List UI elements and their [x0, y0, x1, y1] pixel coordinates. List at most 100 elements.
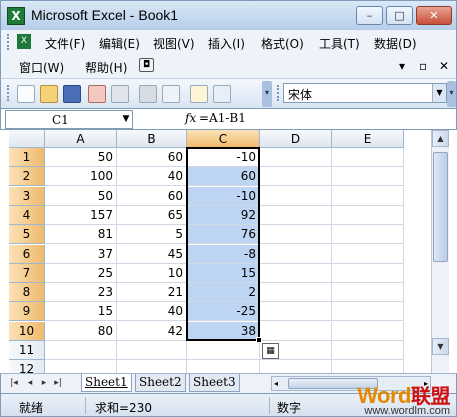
cell-d10[interactable]: [260, 321, 332, 341]
last-sheet-icon[interactable]: ▸|: [53, 377, 63, 389]
toolbar-grip[interactable]: [7, 85, 10, 101]
select-all-corner[interactable]: [9, 130, 45, 148]
sheet-tab-3[interactable]: Sheet3: [189, 374, 240, 392]
cell-b6[interactable]: 45: [117, 244, 187, 264]
toolbar-options-chevron-icon[interactable]: ▾: [262, 81, 272, 107]
row-header[interactable]: 2: [9, 167, 45, 187]
cell-e11[interactable]: [332, 341, 404, 360]
research-icon[interactable]: [213, 85, 231, 103]
name-box[interactable]: C1 ▼: [5, 110, 133, 129]
cell-a10[interactable]: 80: [45, 321, 117, 341]
cell-a3[interactable]: 50: [45, 186, 117, 206]
row-header[interactable]: 1: [9, 148, 45, 167]
cell-d8[interactable]: [260, 283, 332, 303]
toolbar-grip[interactable]: [7, 34, 10, 50]
column-header-b[interactable]: B: [117, 130, 187, 148]
sheet-tab-1[interactable]: Sheet1: [81, 374, 132, 392]
permission-icon[interactable]: [88, 85, 106, 103]
cell-b4[interactable]: 65: [117, 205, 187, 225]
cell-e8[interactable]: [332, 283, 404, 303]
column-header-d[interactable]: D: [260, 130, 332, 148]
menu-window[interactable]: 窗口(W): [19, 59, 64, 76]
print-preview-icon[interactable]: [162, 85, 180, 103]
open-icon[interactable]: [40, 85, 58, 103]
menu-edit[interactable]: 编辑(E): [99, 35, 140, 52]
toolbar-options-chevron-icon[interactable]: ▾: [447, 81, 456, 107]
print-icon[interactable]: [139, 85, 157, 103]
cell-e3[interactable]: [332, 186, 404, 206]
row-header[interactable]: 8: [9, 283, 45, 303]
cell-b5[interactable]: 5: [117, 225, 187, 245]
menu-view[interactable]: 视图(V): [153, 35, 195, 52]
cell-b7[interactable]: 10: [117, 263, 187, 283]
prev-sheet-icon[interactable]: ◂: [25, 377, 35, 389]
cell-e4[interactable]: [332, 205, 404, 225]
auto-fill-options-icon[interactable]: ▦: [262, 343, 279, 359]
vertical-scrollbar[interactable]: ▲ ▼: [431, 130, 449, 373]
row-header[interactable]: 7: [9, 263, 45, 283]
spelling-icon[interactable]: [190, 85, 208, 103]
cell-b3[interactable]: 60: [117, 186, 187, 206]
cell-d7[interactable]: [260, 263, 332, 283]
insert-function-button[interactable]: fx: [185, 111, 196, 125]
cell-e5[interactable]: [332, 225, 404, 245]
cell-d5[interactable]: [260, 225, 332, 245]
formula-input[interactable]: =A1-B1: [199, 111, 246, 125]
menu-insert[interactable]: 插入(I): [208, 35, 245, 52]
menu-file[interactable]: 文件(F): [45, 35, 85, 52]
cell-d1[interactable]: [260, 148, 332, 167]
excel-icon[interactable]: X: [7, 7, 25, 25]
column-header-c[interactable]: C: [187, 130, 260, 148]
workbook-close-button[interactable]: ✕: [439, 59, 449, 73]
menu-format[interactable]: 格式(O): [261, 35, 304, 52]
maximize-button[interactable]: □: [386, 6, 413, 25]
row-header[interactable]: 10: [9, 321, 45, 341]
menu-tools[interactable]: 工具(T): [319, 35, 360, 52]
scroll-down-icon[interactable]: ▼: [432, 338, 449, 355]
sheet-tab-2[interactable]: Sheet2: [135, 374, 186, 392]
camera-icon[interactable]: ◘: [139, 58, 154, 72]
toolbar-grip[interactable]: [277, 85, 280, 101]
workbook-minimize-button[interactable]: ▾: [399, 59, 405, 73]
cell-d6[interactable]: [260, 244, 332, 264]
chevron-down-icon[interactable]: ▼: [432, 84, 446, 102]
close-button[interactable]: ✕: [416, 6, 452, 25]
font-name-select[interactable]: 宋体 ▼: [283, 83, 447, 103]
cell-e2[interactable]: [332, 167, 404, 187]
cell-c11[interactable]: [187, 341, 260, 360]
cell-e9[interactable]: [332, 302, 404, 322]
cell-a9[interactable]: 15: [45, 302, 117, 322]
cell-a1[interactable]: 50: [45, 148, 117, 167]
row-header[interactable]: 3: [9, 186, 45, 206]
cell-b8[interactable]: 21: [117, 283, 187, 303]
row-header[interactable]: 6: [9, 244, 45, 264]
row-header[interactable]: 5: [9, 225, 45, 245]
next-sheet-icon[interactable]: ▸: [39, 377, 49, 389]
worksheet-grid[interactable]: ABCDE 1 50 60 -10 2 100 40 60 3 50 60 -10 4 157 65 92 5 8…: [9, 130, 431, 380]
cell-a7[interactable]: 25: [45, 263, 117, 283]
row-header[interactable]: 4: [9, 205, 45, 225]
chevron-down-icon[interactable]: ▼: [119, 111, 133, 128]
cell-b9[interactable]: 40: [117, 302, 187, 322]
cell-a2[interactable]: 100: [45, 167, 117, 187]
column-header-e[interactable]: E: [332, 130, 404, 148]
cell-b1[interactable]: 60: [117, 148, 187, 167]
cell-b2[interactable]: 40: [117, 167, 187, 187]
scroll-left-icon[interactable]: ◂: [274, 377, 278, 390]
cell-d2[interactable]: [260, 167, 332, 187]
cell-e7[interactable]: [332, 263, 404, 283]
row-header[interactable]: 9: [9, 302, 45, 322]
cell-b10[interactable]: 42: [117, 321, 187, 341]
cell-a8[interactable]: 23: [45, 283, 117, 303]
new-icon[interactable]: [17, 85, 35, 103]
workbook-restore-button[interactable]: ▫: [419, 59, 427, 73]
menu-help[interactable]: 帮助(H): [85, 59, 127, 76]
cell-a6[interactable]: 37: [45, 244, 117, 264]
first-sheet-icon[interactable]: |◂: [9, 377, 19, 389]
cell-e10[interactable]: [332, 321, 404, 341]
cell-b11[interactable]: [117, 341, 187, 360]
menu-data[interactable]: 数据(D): [374, 35, 417, 52]
workbook-icon[interactable]: X: [17, 34, 31, 49]
save-icon[interactable]: [63, 85, 81, 103]
email-icon[interactable]: [111, 85, 129, 103]
